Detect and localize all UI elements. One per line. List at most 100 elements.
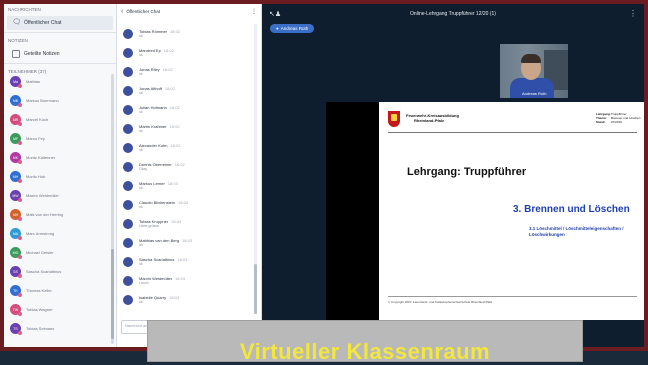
presentation-area: ↖♟ Online-Lehrgang Truppführer 12/20 (1)… [262,4,644,347]
participant-row[interactable]: TW Tobias Wagner [4,300,110,319]
scrollbar-thumb[interactable] [111,249,114,339]
public-chat-item[interactable]: 🗨 Öffentlicher Chat [7,16,113,30]
notes-header: NOTIZEN [8,38,28,43]
more-options-icon[interactable]: ⋮ [629,9,637,18]
participant-row[interactable]: MB Markus Boermann [4,91,110,110]
slide-subsection: 3.1 Löschmittel / Löschmitteleigenschaft… [529,226,624,237]
avatar: MB [10,95,22,107]
avatar [123,104,133,115]
avatar: MG [10,247,22,259]
users-panel: NACHRICHTEN 🗨 Öffentlicher Chat NOTIZEN … [4,4,117,347]
participant-row[interactable]: Ma Mathias [4,72,110,91]
chat-message: Tobias Kruppner 18:03 Liebe grüsse [117,214,257,233]
participant-name: Michael Geisler [26,250,54,255]
slide-meta: Lehrgang:Truppführer Thema: Brennen und L… [596,112,641,124]
participant-row[interactable]: MH Maik van der Herring [4,205,110,224]
shared-notes-item[interactable]: Geteilte Notizen [7,47,113,61]
back-chevron-icon[interactable]: ‹ [121,8,123,15]
participant-name: Marco Fey [26,136,45,141]
divider [4,63,116,64]
participant-row[interactable]: MK Moritz Kaltenner [4,148,110,167]
participant-row[interactable]: MH Moritz Hub [4,167,110,186]
chat-message: Dennis Oberreiner 18:02 Okay [117,157,257,176]
participant-name: Sascha Scarlattinus [26,269,62,274]
message-text: Liebe grüsse [139,224,160,228]
scrollbar-thumb[interactable] [254,264,257,314]
avatar: Ma [10,76,22,88]
avatar: SS [10,266,22,278]
participant-name: Tobias Seimans [26,326,55,331]
participant-name: Markus Boermann [26,98,59,103]
divider [4,32,116,33]
avatar [123,294,133,305]
avatar [123,28,133,39]
webcam-video[interactable]: Andreas Roth [500,44,568,98]
session-title: Online-Lehrgang Truppführer 12/20 (1) [410,11,496,17]
participant-row[interactable]: MF Marco Fey [4,129,110,148]
message-text: Okay [139,167,148,171]
participant-row[interactable]: MA Marc Armstrong [4,224,110,243]
slide-section: 3. Brennen und Löschen [513,204,630,215]
overlay-banner: Virtueller Klassenraum [147,320,583,364]
participant-name: Marcel Koch [26,117,49,122]
chat-title[interactable]: Öffentlicher Chat [126,9,160,14]
participant-row[interactable]: MG Michael Geisler [4,243,110,262]
slide-org: Feuerwehr-Kreisausbildung Rheinland-Pfal… [406,113,459,123]
message-text: ok [139,243,143,247]
participant-row[interactable]: TS Tobias Seimans [4,319,110,338]
banner-text: Virtueller Klassenraum [239,339,491,364]
chat-message: Martin Krahmer 18:02 ok [117,119,257,138]
avatar [123,66,133,77]
participant-name: Moritz Kaltenner [26,155,56,160]
avatar [123,180,133,191]
chat-scrollbar[interactable] [254,24,257,314]
microphone-icon: ● [276,26,279,31]
avatar [123,85,133,96]
public-chat-label: Öffentlicher Chat [24,20,62,26]
avatar: MH [10,209,22,221]
presenter-badge[interactable]: ● Andreas Roth [270,24,315,33]
participant-row[interactable]: SS Sascha Scarlattinus [4,262,110,281]
chat-message: Mandred Ep 18:02 ok [117,43,257,62]
participant-row[interactable]: MW Maxim Weidmüller [4,186,110,205]
participant-row[interactable]: TK Thomas Keller [4,281,110,300]
avatar: MW [10,190,22,202]
more-options-icon[interactable]: ⋮ [251,8,257,15]
avatar [123,256,133,267]
chat-message: Matthias van den Berg 18:03 ok [117,233,257,252]
slide-divider [388,132,637,133]
avatar: TK [10,285,22,297]
chat-panel: ‹ Öffentlicher Chat ⋮ Tobias Römmer 18:02… [117,4,262,347]
participant-row[interactable]: MR Marcel Koch [4,110,110,129]
avatar: MK [10,152,22,164]
chat-message: Alexander Kuhn 18:02 ok [117,138,257,157]
message-text: ok [139,205,143,209]
top-bar: ↖♟ Online-Lehrgang Truppführer 12/20 (1)… [262,4,644,26]
chat-message: Sascha Scarlattinus 18:03 ok [117,252,257,271]
message-text: ok [139,300,143,304]
presenter-name: Andreas Roth [280,26,309,31]
avatar [123,123,133,134]
message-text: ok [139,72,143,76]
message-text: ok [139,91,143,95]
message-text: ok [139,186,143,190]
message-text: ok [139,53,143,57]
chat-message: Claudio Blickenstein 18:03 ok [117,195,257,214]
avatar [123,47,133,58]
avatar [123,275,133,286]
notes-icon [12,50,20,58]
message-list: Tobias Römmer 18:02 ok Mandred Ep 18:02 ok J… [117,24,257,309]
app-frame: NACHRICHTEN 🗨 Öffentlicher Chat NOTIZEN … [0,0,648,364]
chat-icon: 🗨 [12,19,21,26]
participant-name: Maik van der Herring [26,212,64,217]
participant-name: Maxim Weidmüller [26,193,59,198]
slide-divider [388,296,637,297]
chat-message: Julian Hofmann 18:02 ok [117,100,257,119]
chat-header: ‹ Öffentlicher Chat ⋮ [117,4,261,18]
message-text: ok [139,129,143,133]
participant-scrollbar[interactable] [111,74,114,344]
shared-notes-label: Geteilte Notizen [24,51,60,57]
participant-name: Tobias Wagner [26,307,53,312]
chat-message: Isabelle Quarry 18:03 ok [117,290,257,309]
avatar: TW [10,304,22,316]
